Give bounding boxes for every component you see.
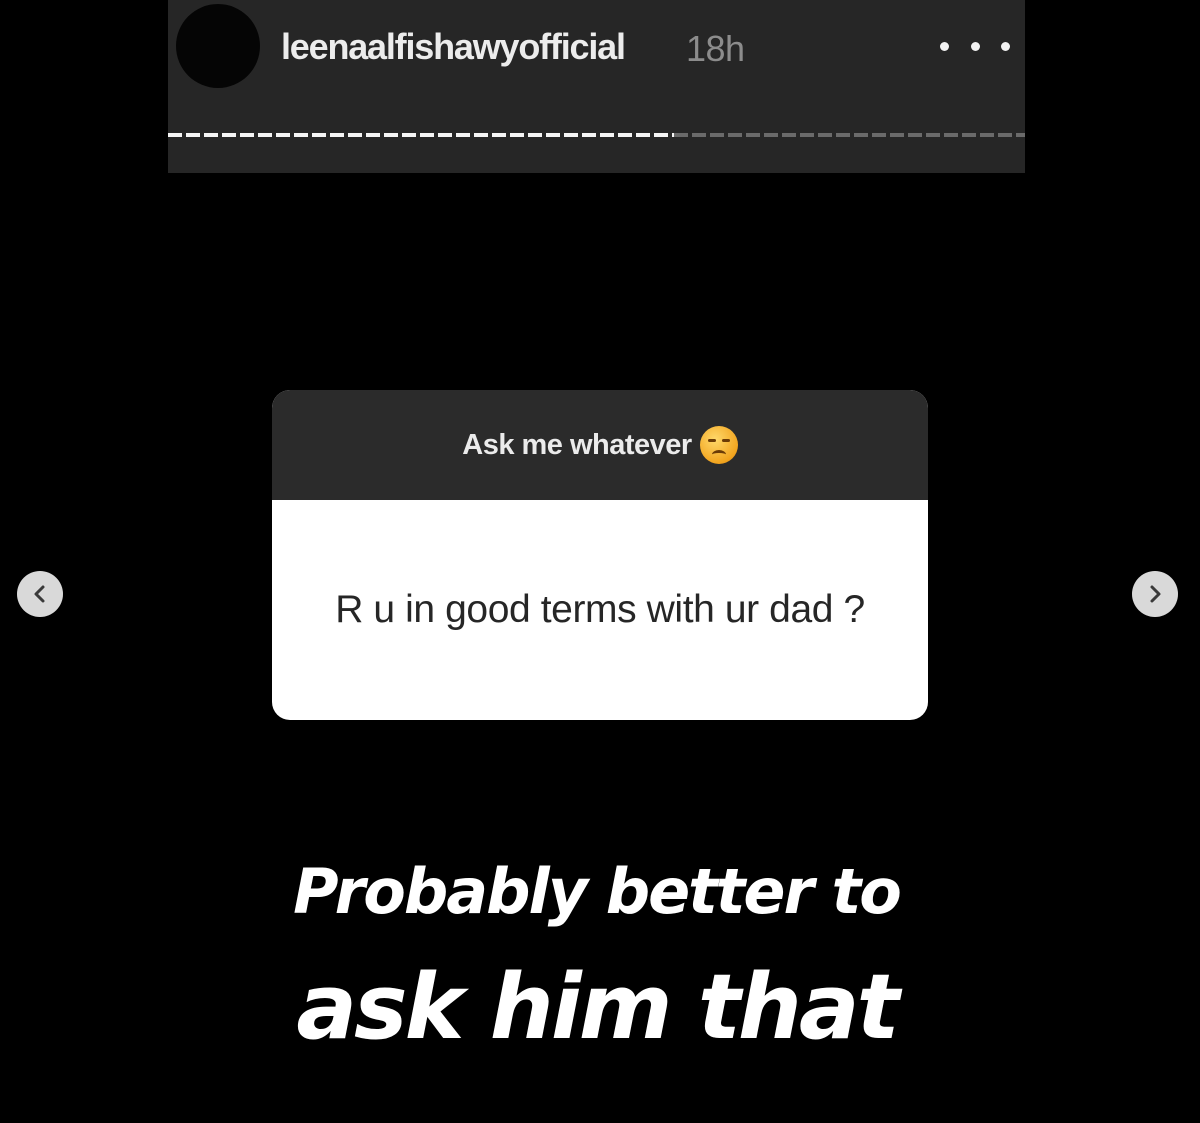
chevron-right-icon bbox=[1150, 585, 1161, 603]
story-progress-remaining bbox=[674, 133, 1025, 137]
question-sticker[interactable]: Ask me whatever R u in good terms with u… bbox=[272, 390, 928, 720]
question-prompt: Ask me whatever bbox=[462, 428, 692, 461]
username[interactable]: leenaalfishawyofficial bbox=[281, 26, 626, 68]
more-horizontal-icon bbox=[970, 41, 980, 51]
question-sticker-header: Ask me whatever bbox=[272, 390, 928, 500]
answer-text-line-2: ask him that bbox=[296, 955, 899, 1060]
avatar[interactable] bbox=[176, 4, 260, 88]
story-progress-bar bbox=[168, 132, 1025, 138]
story-header: leenaalfishawyofficial 18h bbox=[168, 0, 1025, 173]
more-horizontal-icon bbox=[1001, 41, 1010, 51]
previous-story-button[interactable] bbox=[17, 571, 63, 617]
chevron-left-icon bbox=[34, 585, 45, 603]
story-timestamp: 18h bbox=[686, 28, 745, 69]
more-options-button[interactable] bbox=[940, 30, 1010, 62]
story-viewer: leenaalfishawyofficial 18h Ask me whatev… bbox=[0, 0, 1200, 1123]
more-horizontal-icon bbox=[940, 41, 949, 51]
next-story-button[interactable] bbox=[1132, 571, 1178, 617]
question-text: R u in good terms with ur dad ? bbox=[335, 588, 865, 631]
emoji-face-icon bbox=[699, 426, 738, 464]
story-progress-completed bbox=[168, 133, 674, 137]
answer-text-line-1: Probably better to bbox=[293, 855, 902, 928]
